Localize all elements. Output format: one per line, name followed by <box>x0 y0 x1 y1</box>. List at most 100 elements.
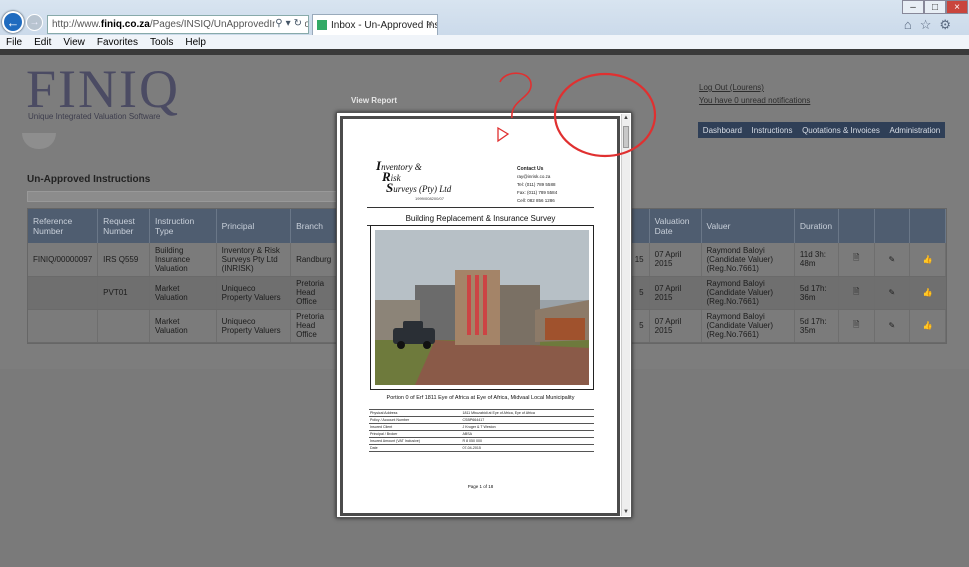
house-photo-image <box>375 230 589 385</box>
modal-scrollbar[interactable]: ▲ ▼ <box>621 114 630 516</box>
cell-reference <box>28 276 99 310</box>
tab-title: Inbox - Un-Approved Instru... <box>331 19 437 31</box>
contact-heading: Contact Us <box>517 166 544 172</box>
nav-instructions[interactable]: Instructions <box>752 126 793 135</box>
browser-chrome: ← → http://www. finiq.co.za/Pages/INSIQ/U… <box>0 0 969 49</box>
detail-label: Insured Amount (VAT Inclusive) <box>369 437 462 445</box>
contact-line: Tel: (011) 789 5588 <box>517 182 556 187</box>
cell-valuer: Raymond Baloyi (Candidate Valuer) (Reg.N… <box>701 243 795 277</box>
col-reference[interactable]: Reference Number <box>28 209 99 243</box>
col-valuation-date[interactable]: Valuation Date <box>649 209 702 243</box>
cell-reference: FINIQ/00000097 <box>28 243 99 277</box>
toolbar-icons[interactable]: ⌂☆⚙ <box>904 17 959 33</box>
detail-value: ABSA <box>461 430 594 438</box>
cell-date: 07 April 2015 <box>649 309 702 343</box>
forward-button[interactable]: → <box>26 14 43 31</box>
minimize-button[interactable]: – <box>902 0 924 14</box>
view-report-icon[interactable]: 🗎 <box>838 276 875 310</box>
contact-block: Contact Us ray@inrisk.co.za Tel: (011) 7… <box>517 165 557 205</box>
scroll-down-icon[interactable]: ▼ <box>623 509 629 515</box>
menu-bar: File Edit View Favorites Tools Help <box>0 35 969 49</box>
col-branch[interactable]: Branch <box>290 209 338 243</box>
contact-line: Fax: (011) 789 5584 <box>517 190 558 195</box>
col-edit <box>874 209 911 243</box>
detail-label: Principal / Broker <box>369 430 462 438</box>
approve-thumb-icon[interactable]: 👍 <box>909 243 946 277</box>
cell-type: Market Valuation <box>149 309 217 343</box>
col-view <box>838 209 875 243</box>
edit-pencil-icon[interactable]: ✎ <box>874 309 911 343</box>
menu-edit[interactable]: Edit <box>34 37 51 48</box>
edit-pencil-icon[interactable]: ✎ <box>874 243 911 277</box>
approve-thumb-icon[interactable]: 👍 <box>909 276 946 310</box>
close-tab-icon[interactable]: × <box>427 18 433 30</box>
detail-label: Date <box>369 444 462 452</box>
edit-pencil-icon[interactable]: ✎ <box>874 276 911 310</box>
favorites-star-icon: ☆ <box>919 17 940 32</box>
cell-request <box>97 309 150 343</box>
filter-bar[interactable] <box>27 191 337 202</box>
logo-tagline: Unique Integrated Valuation Software <box>28 112 161 121</box>
finiq-logo: FINIQ <box>26 59 180 119</box>
detail-label: Physical Address <box>369 409 462 417</box>
cell-branch: Pretoria Head Office <box>290 309 338 343</box>
detail-value: 1811 Mbuzabidi at Eye of Africa, Eye of … <box>461 409 594 417</box>
cell-duration: 5d 17h: 36m <box>794 276 839 310</box>
nav-dashboard[interactable]: Dashboard <box>703 126 742 135</box>
top-band <box>0 49 969 55</box>
cell-reference <box>28 309 99 343</box>
cell-valuer: Raymond Baloyi (Candidate Valuer) (Reg.N… <box>701 276 795 310</box>
col-duration[interactable]: Duration <box>794 209 839 243</box>
cell-request: PVT01 <box>97 276 150 310</box>
menu-favorites[interactable]: Favorites <box>97 37 138 48</box>
cell-duration: 11d 3h: 48m <box>794 243 839 277</box>
scrollbar-thumb[interactable] <box>623 126 629 148</box>
menu-file[interactable]: File <box>6 37 22 48</box>
detail-value: R 8 050 000 <box>461 437 594 445</box>
maximize-button[interactable]: □ <box>924 0 946 14</box>
col-principal[interactable]: Principal <box>216 209 292 243</box>
close-window-button[interactable]: × <box>946 0 968 14</box>
address-bar[interactable]: http://www. finiq.co.za/Pages/INSIQ/UnApp… <box>47 15 309 34</box>
address-prefix: http://www. <box>52 19 101 30</box>
tab-inbox[interactable]: Inbox - Un-Approved Instru... × <box>312 14 438 35</box>
cell-principal: Inventory & Risk Surveys Pty Ltd (INRISK… <box>216 243 292 277</box>
nav-quotations[interactable]: Quotations & Invoices <box>802 126 880 135</box>
search-refresh-icons[interactable]: ⚲▾↻ <box>275 18 305 29</box>
page-title: Un-Approved Instructions <box>27 174 151 185</box>
col-request[interactable]: Request Number <box>97 209 150 243</box>
approve-thumb-icon[interactable]: 👍 <box>909 309 946 343</box>
company-logo-text: Inventory & Risk Surveys (Pty) Ltd <box>376 158 452 195</box>
decorative-tab <box>22 133 56 149</box>
report-viewer-modal: Inventory & Risk Surveys (Pty) Ltd 1999/… <box>336 112 632 518</box>
notifications-link[interactable]: You have 0 unread notifications <box>699 96 810 105</box>
nav-administration[interactable]: Administration <box>890 126 941 135</box>
view-report-icon[interactable]: 🗎 <box>838 243 875 277</box>
cell-principal: Uniqueco Property Valuers <box>216 276 292 310</box>
scroll-up-icon[interactable]: ▲ <box>623 115 629 121</box>
report-page: Inventory & Risk Surveys (Pty) Ltd 1999/… <box>340 116 620 516</box>
menu-tools[interactable]: Tools <box>150 37 173 48</box>
back-button[interactable]: ← <box>2 11 24 33</box>
details-table: Physical Address 1811 Mbuzabidi at Eye of… <box>369 409 594 452</box>
col-type[interactable]: Instruction Type <box>149 209 217 243</box>
detail-value: 07-04-2015 <box>461 444 594 452</box>
divider <box>367 207 594 208</box>
user-links: Log Out (Lourens) You have 0 unread noti… <box>699 83 810 109</box>
detail-value: CSBP664417 <box>461 416 594 424</box>
cell-date: 07 April 2015 <box>649 276 702 310</box>
cell-principal: Uniqueco Property Valuers <box>216 309 292 343</box>
detail-label: Insured Client <box>369 423 462 431</box>
page-number: Page 1 of 18 <box>467 484 494 489</box>
view-report-icon[interactable]: 🗎 <box>838 309 875 343</box>
contact-line: Cell: 082 856 1286 <box>517 198 555 203</box>
cell-valuer: Raymond Baloyi (Candidate Valuer) (Reg.N… <box>701 309 795 343</box>
menu-view[interactable]: View <box>63 37 85 48</box>
main-nav: Dashboard Instructions Quotations & Invo… <box>698 122 945 138</box>
col-valuer[interactable]: Valuer <box>701 209 795 243</box>
report-title: Building Replacement & Insurance Survey <box>405 214 556 223</box>
detail-label: Policy / Account Number <box>369 416 462 424</box>
menu-help[interactable]: Help <box>185 37 206 48</box>
address-host: finiq.co.za <box>100 19 150 30</box>
logout-link[interactable]: Log Out (Lourens) <box>699 83 810 92</box>
